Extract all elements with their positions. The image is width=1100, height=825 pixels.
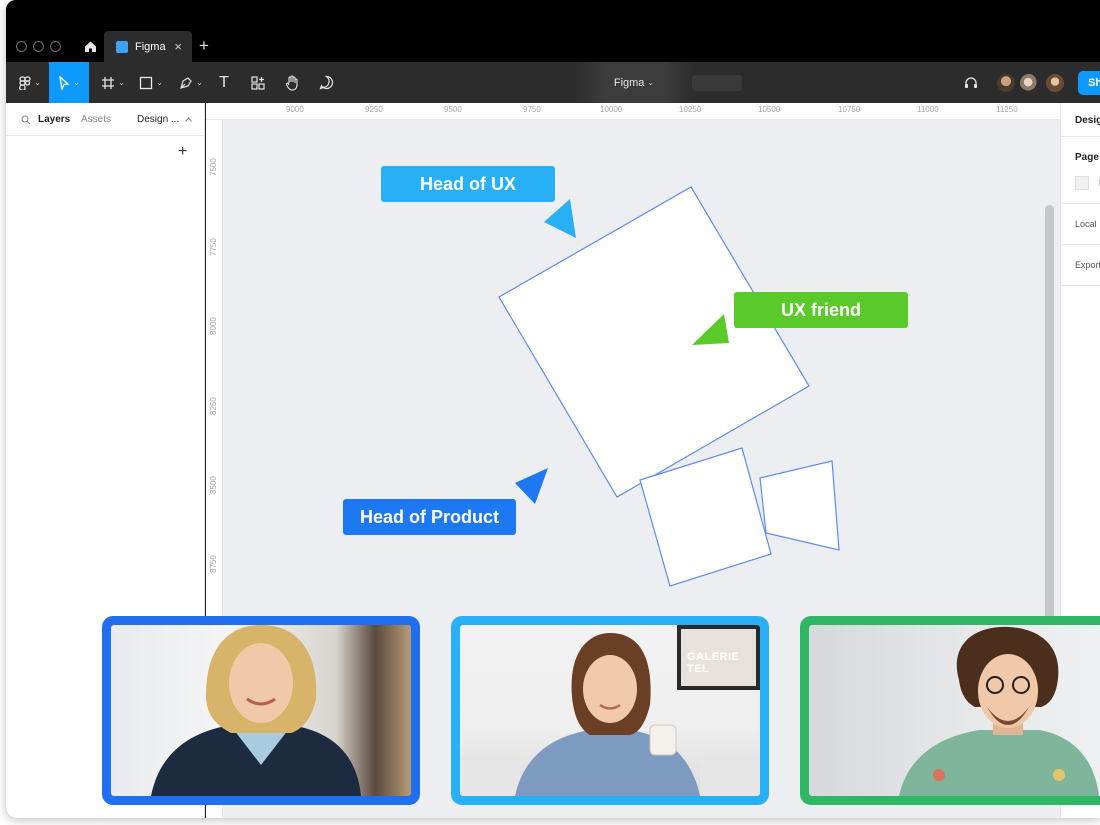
label-head-of-product: Head of Product bbox=[343, 499, 516, 535]
pen-tool-button[interactable]: ⌄ bbox=[174, 62, 208, 103]
close-window-dot[interactable] bbox=[16, 41, 27, 52]
caret-icon: ⌄ bbox=[196, 78, 203, 87]
video-feed: GALERIE TEL bbox=[460, 625, 760, 796]
caret-icon: ⌄ bbox=[118, 78, 125, 87]
blurred-chip bbox=[692, 75, 742, 91]
video-feed bbox=[809, 625, 1100, 796]
hand-tool-button[interactable] bbox=[278, 62, 306, 103]
left-panel-tabs: Layers Assets Design ... bbox=[6, 103, 204, 136]
tab-design-page[interactable]: Design ... bbox=[137, 114, 179, 125]
label-text: UX friend bbox=[780, 299, 861, 320]
shape-tool-icon bbox=[139, 76, 153, 89]
headphones-icon bbox=[965, 77, 977, 88]
tab-title: Figma bbox=[135, 40, 166, 53]
text-tool-icon: T bbox=[219, 73, 229, 91]
figma-file-icon bbox=[116, 40, 128, 53]
page-section-title: Page bbox=[1075, 152, 1099, 163]
move-tool-button[interactable]: ⌄ bbox=[49, 62, 89, 103]
design-tab[interactable]: Design bbox=[1061, 115, 1100, 126]
export-section-title[interactable]: Export bbox=[1061, 260, 1100, 270]
label-text: Head of Product bbox=[359, 506, 499, 527]
local-styles-title: Local bbox=[1075, 219, 1097, 229]
share-label: Share bbox=[1088, 77, 1100, 89]
shape-tool-button[interactable]: ⌄ bbox=[134, 62, 168, 103]
hand-tool-icon bbox=[285, 74, 298, 91]
caret-icon: ⌄ bbox=[156, 78, 163, 87]
document-title-text: Figma bbox=[613, 76, 645, 89]
video-tile-ux-friend[interactable] bbox=[800, 616, 1100, 805]
new-tab-button[interactable]: + bbox=[199, 36, 209, 56]
video-tile-head-of-ux[interactable]: GALERIE TEL bbox=[451, 616, 769, 805]
home-icon bbox=[84, 41, 96, 52]
share-button[interactable]: Share bbox=[1078, 71, 1100, 95]
chevron-up-icon[interactable] bbox=[185, 117, 192, 122]
add-page-button[interactable]: + bbox=[178, 143, 187, 161]
audio-button[interactable] bbox=[960, 62, 982, 103]
avatar[interactable] bbox=[1019, 73, 1039, 93]
comment-tool-button[interactable] bbox=[312, 62, 340, 103]
avatar[interactable] bbox=[1045, 73, 1065, 93]
search-icon[interactable] bbox=[21, 115, 31, 125]
tab-assets[interactable]: Assets bbox=[81, 114, 111, 125]
move-tool-icon bbox=[59, 75, 70, 90]
tab-layers[interactable]: Layers bbox=[38, 114, 70, 125]
label-ux-friend: UX friend bbox=[734, 292, 908, 328]
divider bbox=[1061, 203, 1100, 204]
label-text: Head of UX bbox=[419, 173, 516, 194]
divider bbox=[1061, 285, 1100, 286]
frame-tool-icon bbox=[102, 76, 115, 89]
main-menu-button[interactable]: ⌄ bbox=[12, 62, 48, 103]
frame-tool-button[interactable]: ⌄ bbox=[96, 62, 130, 103]
toolbar: ⌄ ⌄ ⌄ ⌄ ⌄ T Figma ⌄ Sh bbox=[6, 62, 1100, 103]
text-tool-button[interactable]: T bbox=[212, 62, 236, 103]
person-silhouette bbox=[151, 625, 361, 796]
components-button[interactable] bbox=[244, 62, 272, 103]
pen-tool-icon bbox=[180, 76, 192, 89]
components-icon bbox=[251, 75, 265, 90]
label-head-of-ux: Head of UX bbox=[381, 166, 555, 202]
document-title[interactable]: Figma ⌄ bbox=[574, 62, 694, 103]
person-silhouette bbox=[460, 633, 760, 796]
avatar[interactable] bbox=[996, 73, 1016, 93]
cursor-head-of-product bbox=[515, 468, 548, 504]
small-card[interactable] bbox=[759, 460, 840, 551]
tab-figma[interactable]: Figma × bbox=[104, 31, 192, 62]
caret-icon: ⌄ bbox=[73, 78, 80, 87]
figma-menu-icon bbox=[19, 75, 31, 90]
title-bar: Figma × + bbox=[6, 0, 1100, 62]
home-button[interactable] bbox=[76, 31, 104, 62]
large-card[interactable] bbox=[498, 186, 810, 498]
page-color-value[interactable]: E bbox=[1085, 178, 1100, 188]
caret-icon: ⌄ bbox=[647, 78, 655, 87]
person-silhouette bbox=[899, 626, 1099, 796]
cursor-head-of-ux bbox=[544, 199, 576, 238]
video-feed bbox=[111, 625, 411, 796]
minimize-window-dot[interactable] bbox=[33, 41, 44, 52]
tab-close-icon[interactable]: × bbox=[174, 39, 182, 54]
comment-icon bbox=[318, 75, 333, 90]
vertical-scrollbar[interactable] bbox=[1045, 205, 1054, 625]
divider bbox=[1061, 244, 1100, 245]
video-tile-head-of-product[interactable] bbox=[102, 616, 420, 805]
divider bbox=[1061, 136, 1100, 137]
maximize-window-dot[interactable] bbox=[50, 41, 61, 52]
caret-icon: ⌄ bbox=[34, 78, 41, 87]
